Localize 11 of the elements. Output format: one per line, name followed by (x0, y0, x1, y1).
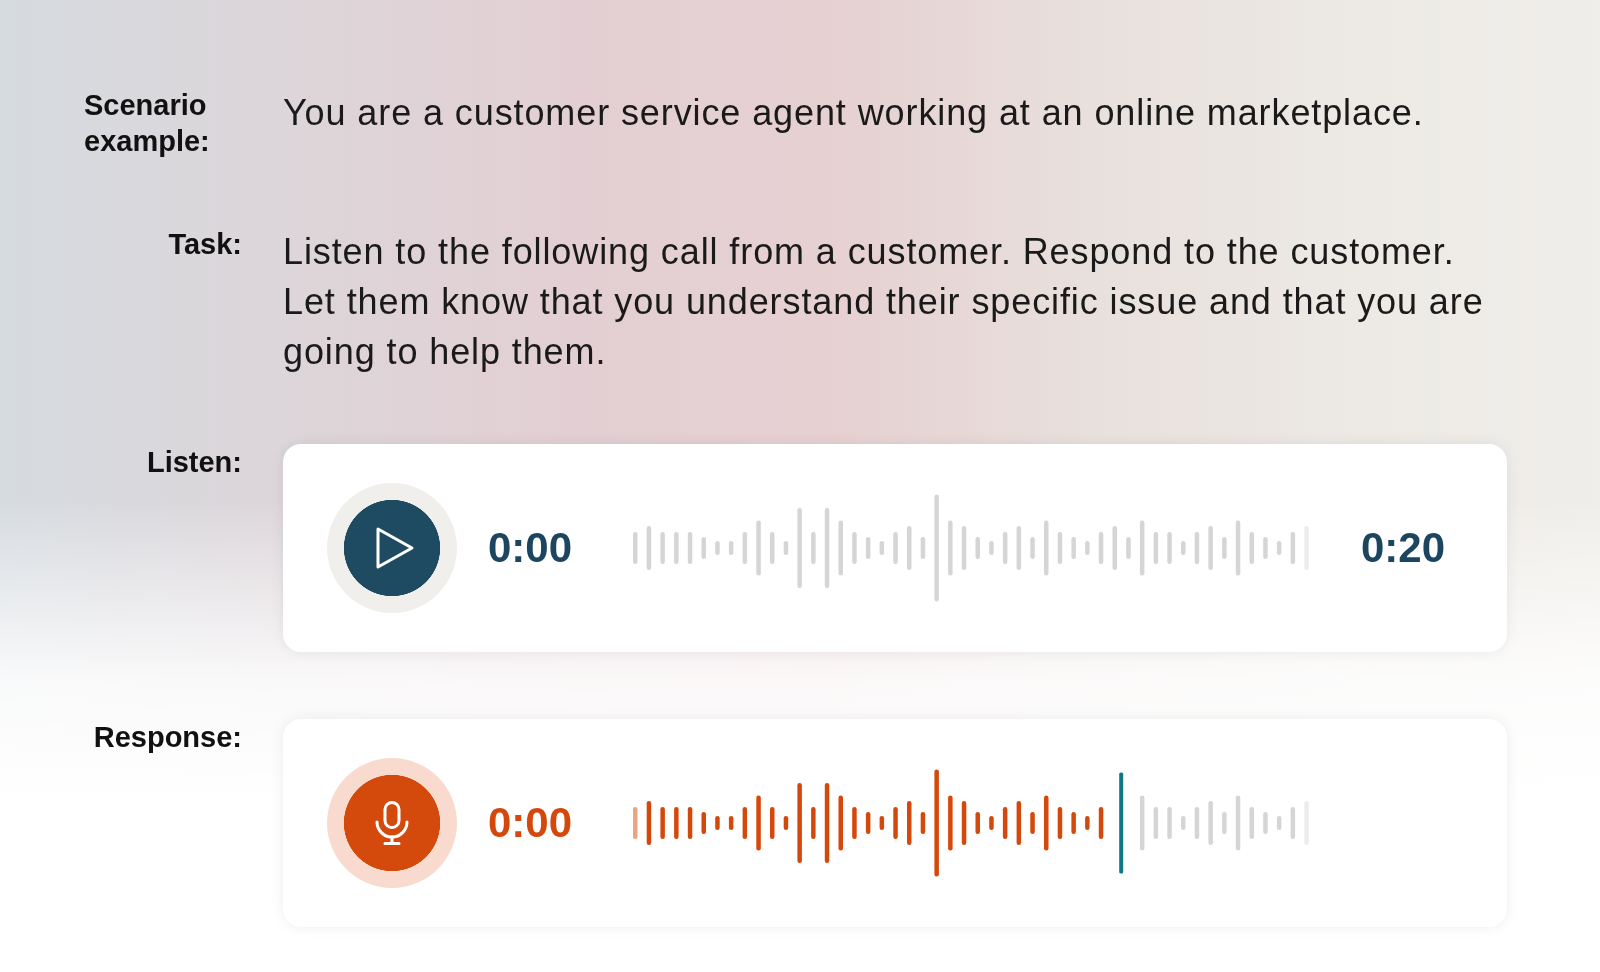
row-label: Task: (168, 227, 242, 262)
row-label: Scenario example: (84, 88, 211, 159)
row-label: Response: (93, 720, 242, 755)
microphone-icon (375, 801, 409, 845)
prompt-text: Listen to the following call from a customer. Respond to the customer. Let them know that you understand their specific issue and that you are going to help them. (283, 230, 1485, 374)
row-label: Listen: (146, 445, 242, 480)
elapsed-time: 0:00 (488, 802, 573, 844)
play-icon (375, 526, 415, 570)
duration-time: 0:20 (1360, 527, 1445, 569)
prompt-text: You are a customer service agent working at an online marketplace. (283, 91, 1425, 135)
elapsed-time: 0:00 (488, 527, 573, 569)
